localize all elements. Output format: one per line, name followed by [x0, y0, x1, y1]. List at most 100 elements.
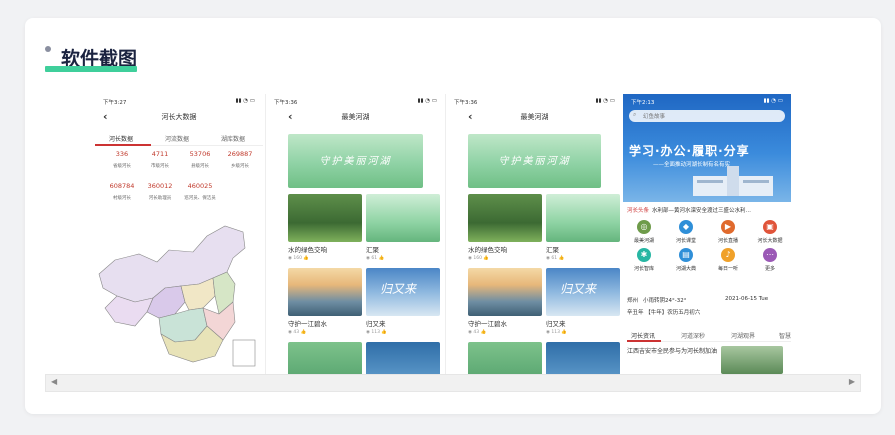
stat-item: 460025 巡河员、保洁员 — [181, 182, 219, 201]
river-tile[interactable]: 归又来 归又来 ◉ 113 👍 — [546, 268, 620, 335]
tile-image: 归又来 — [366, 268, 440, 316]
function-item[interactable]: ▣ 河长大数据 — [749, 220, 791, 244]
news-tabs: 河长资讯 河道深秒 河湖观界 智慧 — [627, 328, 791, 342]
river-tile[interactable]: 水的绿色交响 ◉ 160 👍 — [288, 194, 362, 261]
screenshot-gallery[interactable]: 下午3:27 ▮▮ ◔ ▭ ‹ 河长大数据 河长数据 河流数据 湖库数据 336… — [45, 94, 861, 394]
lunar-date: 辛丑年 【牛年】农历五月初六 — [627, 310, 701, 316]
tile-meta: ◉ 160 👍 — [468, 256, 542, 261]
tile-image — [366, 194, 440, 242]
tile-image — [546, 342, 620, 376]
stat-item: 53706 县级河长 — [181, 150, 219, 169]
river-tile[interactable] — [288, 342, 362, 376]
banner-image[interactable]: 守护美丽河湖 — [288, 134, 423, 188]
function-item[interactable]: ✱ 河长智库 — [623, 248, 665, 272]
encyclopedia-icon: ▤ — [679, 248, 693, 262]
hero-banner[interactable]: 下午2:13 ▮▮ ◔ ▭ ⌕ 幻鱼故事 学习·办公·履职·分享 ——全面推动河… — [623, 94, 791, 202]
stat-label: 省级河长 — [113, 164, 131, 169]
function-item[interactable]: ◎ 最美河湖 — [623, 220, 665, 244]
tile-meta: ◉ 43 👍 — [468, 330, 542, 335]
horizontal-scrollbar[interactable]: ◀ ▶ — [45, 374, 861, 392]
news-item-thumbnail[interactable] — [721, 346, 783, 374]
like-icon: 👍 — [303, 256, 310, 261]
river-tile[interactable]: 汇聚 ◉ 61 👍 — [366, 194, 440, 261]
screenshot-river-chief-data[interactable]: 下午3:27 ▮▮ ◔ ▭ ‹ 河长大数据 河长数据 河流数据 湖库数据 336… — [95, 94, 263, 376]
river-tile[interactable]: 水的绿色交响 ◉ 160 👍 — [468, 194, 542, 261]
function-item[interactable]: ▶ 河长直播 — [707, 220, 749, 244]
stat-value: 460025 — [187, 182, 213, 190]
nav-bar: ‹ 河长大数据 — [95, 108, 263, 128]
function-item[interactable]: ▤ 河湖大典 — [665, 248, 707, 272]
tile-image — [468, 268, 542, 316]
tab-river-depth[interactable]: 河道深秒 — [681, 331, 705, 340]
function-label: 河长大数据 — [757, 238, 783, 244]
function-label: 河长智库 — [633, 266, 654, 272]
tile-image — [288, 194, 362, 242]
headline-ticker[interactable]: 河长头条 水利部—黄河水滦安全渡过三盛公水利… — [627, 206, 791, 216]
function-label: 更多 — [764, 266, 775, 272]
banner-image[interactable]: 守护美丽河湖 — [468, 134, 601, 188]
news-item-title[interactable]: 江西吉安市全民参与为河长制加油 — [627, 347, 717, 356]
screen-title: 最美河湖 — [520, 113, 549, 121]
tile-caption: 水的绿色交响 — [288, 246, 327, 254]
china-map-icon[interactable] — [95, 222, 263, 372]
tile-meta: ◉ 61 👍 — [366, 256, 440, 261]
status-time: 下午3:36 — [274, 100, 298, 106]
stat-item: 4711 市级河长 — [141, 150, 179, 169]
tab-river-data[interactable]: 河流数据 — [165, 134, 189, 143]
status-icons: ▮▮ ◔ ▭ — [417, 98, 437, 104]
river-tile[interactable]: 汇聚 ◉ 61 👍 — [546, 194, 620, 261]
tab-lake-data[interactable]: 湖库数据 — [221, 134, 245, 143]
function-item[interactable]: ⋯ 更多 — [749, 248, 791, 272]
tile-caption: 水的绿色交响 — [468, 246, 507, 254]
nav-bar: ‹ 最美河湖 — [266, 108, 445, 128]
tile-caption: 守护一江碧水 — [468, 320, 507, 328]
like-icon: 👍 — [561, 330, 568, 335]
data-tabs: 河长数据 河流数据 湖库数据 — [95, 130, 263, 146]
screen-title: 河长大数据 — [161, 113, 197, 121]
status-icons: ▮▮ ◔ ▭ — [235, 98, 255, 104]
weather-city: 郑州 — [627, 298, 639, 304]
status-bar: 下午3:36 ▮▮ ◔ ▭ — [274, 98, 437, 108]
status-icons: ▮▮ ◔ ▭ — [763, 98, 783, 104]
more-icon: ⋯ — [763, 248, 777, 262]
function-item[interactable]: ◆ 河长课堂 — [665, 220, 707, 244]
scroll-right-icon[interactable]: ▶ — [849, 377, 855, 386]
like-icon: 👍 — [300, 330, 307, 335]
scroll-left-icon[interactable]: ◀ — [51, 377, 57, 386]
tile-image — [546, 194, 620, 242]
river-tile[interactable] — [546, 342, 620, 376]
stat-label: 巡河员、保洁员 — [184, 196, 216, 201]
screenshot-home[interactable]: 下午2:13 ▮▮ ◔ ▭ ⌕ 幻鱼故事 学习·办公·履职·分享 ——全面推动河… — [623, 94, 791, 376]
status-bar: 下午3:36 ▮▮ ◔ ▭ — [454, 98, 615, 108]
river-tile[interactable]: 守护一江碧水 ◉ 43 👍 — [468, 268, 542, 335]
tab-river-world[interactable]: 河湖观界 — [731, 331, 755, 340]
river-tile[interactable] — [366, 342, 440, 376]
view-count: 113 — [551, 330, 560, 335]
status-bar: 下午2:13 ▮▮ ◔ ▭ — [631, 98, 783, 108]
screenshot-beautiful-rivers[interactable]: 下午3:36 ▮▮ ◔ ▭ ‹ 最美河湖 守护美丽河湖 水的绿色交响 ◉ 160… — [265, 94, 445, 376]
stat-label: 市级河长 — [151, 164, 169, 169]
tab-river-news[interactable]: 河长资讯 — [631, 331, 655, 340]
search-input[interactable]: ⌕ 幻鱼故事 — [629, 110, 785, 122]
stat-value: 336 — [115, 150, 129, 158]
stat-value: 4711 — [151, 150, 169, 158]
function-item[interactable]: ♪ 每日一听 — [707, 248, 749, 272]
stat-value: 360012 — [147, 182, 173, 190]
river-tile[interactable]: 归又来 归又来 ◉ 113 👍 — [366, 268, 440, 335]
tile-meta: ◉ 113 👍 — [546, 330, 620, 335]
river-tile[interactable]: 守护一江碧水 ◉ 43 👍 — [288, 268, 362, 335]
title-dot — [45, 46, 51, 52]
content-card: 软件截图 下午3:27 ▮▮ ◔ ▭ ‹ 河长大数据 河长数据 河流数据 湖库数… — [25, 18, 881, 414]
status-time: 下午3:36 — [454, 100, 478, 106]
screenshot-beautiful-rivers-2[interactable]: 下午3:36 ▮▮ ◔ ▭ ‹ 最美河湖 守护美丽河湖 水的绿色交响 ◉ 160… — [445, 94, 623, 376]
eye-icon: ◉ — [468, 256, 472, 261]
tab-smart[interactable]: 智慧 — [779, 331, 791, 340]
eye-icon: ◉ — [546, 330, 550, 335]
tile-caption: 守护一江碧水 — [288, 320, 327, 328]
tab-underline — [627, 340, 661, 342]
tile-overlay-text: 归又来 — [560, 282, 597, 296]
river-tile[interactable] — [468, 342, 542, 376]
title-underline — [45, 66, 137, 72]
tab-river-chief-data[interactable]: 河长数据 — [109, 134, 133, 143]
tile-image — [468, 342, 542, 376]
